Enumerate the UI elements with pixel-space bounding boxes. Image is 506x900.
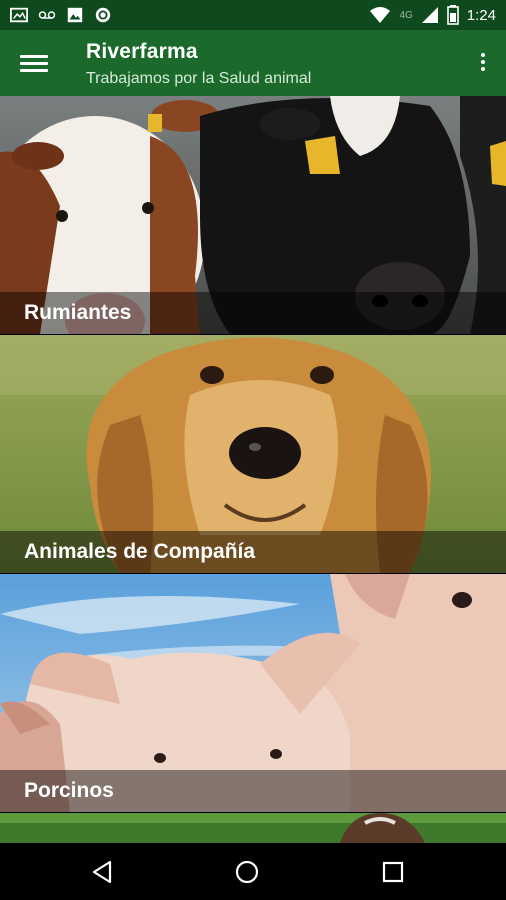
category-card-equinos[interactable] [0,813,506,843]
image-notification-icon [10,7,28,23]
photo-icon [67,7,83,23]
category-label: Animales de Compañía [24,540,256,563]
app-subtitle: Trabajamos por la Salud animal [86,70,312,87]
home-icon[interactable] [232,857,262,887]
battery-icon [446,5,459,25]
hamburger-menu-icon[interactable] [20,51,48,75]
category-card-rumiantes[interactable]: Rumiantes [0,96,506,334]
back-icon[interactable] [88,857,118,887]
more-vert-icon[interactable] [478,50,488,78]
status-bar: 4G 1:24 [0,0,506,30]
category-label: Porcinos [24,779,114,802]
voicemail-icon [38,11,56,19]
category-card-animales-compania[interactable]: Animales de Compañía [0,335,506,573]
recents-icon[interactable] [378,857,408,887]
category-card-porcinos[interactable]: Porcinos [0,574,506,812]
network-type: 4G [399,9,413,21]
category-label: Rumiantes [24,301,132,324]
category-list: Rumiantes Animales de Compañía Porcinos [0,96,506,843]
navigation-bar [0,843,506,900]
wifi-icon [370,7,391,23]
clock: 1:24 [466,6,496,24]
record-icon [95,7,111,23]
signal-icon [421,7,438,23]
app-title: Riverfarma [86,40,198,63]
app-bar: Riverfarma Trabajamos por la Salud anima… [0,30,506,96]
horse-photo [0,813,506,843]
